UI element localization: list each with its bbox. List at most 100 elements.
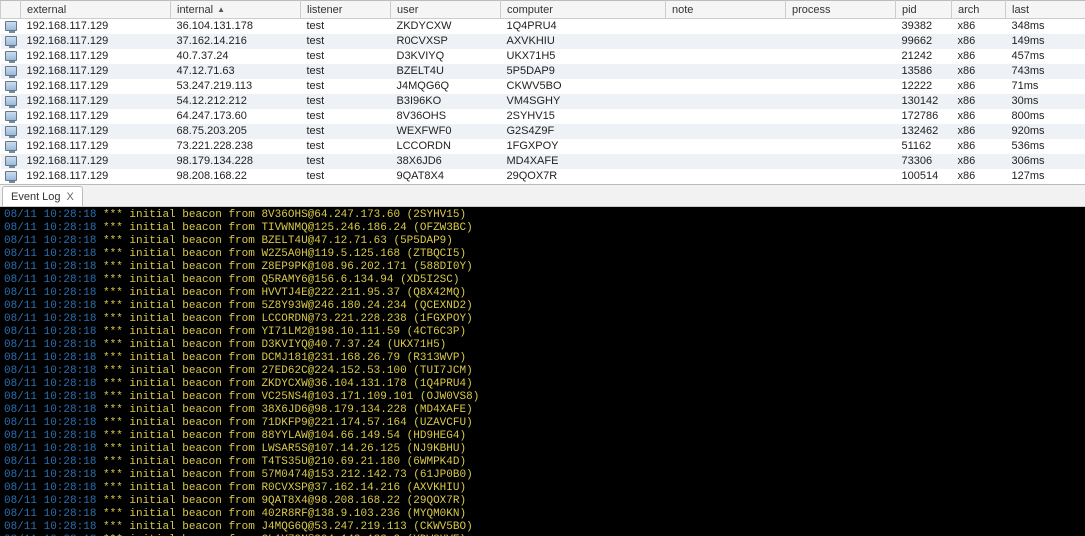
table-row[interactable]: 192.168.117.12937.162.14.216testR0CVXSPA… <box>1 34 1085 49</box>
cell-internal: 73.221.228.238 <box>171 139 301 154</box>
cell-listener: test <box>301 139 391 154</box>
log-timestamp: 08/11 10:28:18 <box>4 287 103 299</box>
log-line: 08/11 10:28:18 *** initial beacon from T… <box>4 222 1081 235</box>
cell-last: 800ms <box>1006 109 1085 124</box>
beacon-table[interactable]: external internal▲ listener user compute… <box>0 0 1085 184</box>
table-row[interactable]: 192.168.117.12940.7.37.24testD3KVIYQUKX7… <box>1 49 1085 64</box>
cell-process <box>786 19 896 35</box>
col-pid[interactable]: pid <box>896 1 952 19</box>
log-line: 08/11 10:28:18 *** initial beacon from 9… <box>4 495 1081 508</box>
monitor-icon <box>5 111 17 121</box>
col-internal[interactable]: internal▲ <box>171 1 301 19</box>
cell-internal: 37.162.14.216 <box>171 34 301 49</box>
table-row[interactable]: 192.168.117.12936.104.131.178testZKDYCXW… <box>1 19 1085 35</box>
cell-user: J4MQG6Q <box>391 79 501 94</box>
col-user[interactable]: user <box>391 1 501 19</box>
cell-process <box>786 169 896 184</box>
cell-note <box>666 19 786 35</box>
cell-arch: x86 <box>952 64 1006 79</box>
cell-last: 149ms <box>1006 34 1085 49</box>
cell-pid: 39382 <box>896 19 952 35</box>
log-message: *** initial beacon from LWSAR5S@107.14.2… <box>103 443 466 455</box>
log-line: 08/11 10:28:18 *** initial beacon from T… <box>4 456 1081 469</box>
table-row[interactable]: 192.168.117.12998.208.168.22test9QAT8X42… <box>1 169 1085 184</box>
cell-last: 306ms <box>1006 154 1085 169</box>
close-icon[interactable]: X <box>67 191 74 203</box>
cell-listener: test <box>301 169 391 184</box>
cell-external: 192.168.117.129 <box>21 154 171 169</box>
log-message: *** initial beacon from R0CVXSP@37.162.1… <box>103 482 466 494</box>
col-last[interactable]: last <box>1006 1 1085 19</box>
log-message: *** initial beacon from 8V36OHS@64.247.1… <box>103 209 466 221</box>
cell-process <box>786 154 896 169</box>
table-row[interactable]: 192.168.117.12947.12.71.63testBZELT4U5P5… <box>1 64 1085 79</box>
col-arch[interactable]: arch <box>952 1 1006 19</box>
cell-listener: test <box>301 154 391 169</box>
cell-external: 192.168.117.129 <box>21 169 171 184</box>
log-timestamp: 08/11 10:28:18 <box>4 313 103 325</box>
log-line: 08/11 10:28:18 *** initial beacon from L… <box>4 313 1081 326</box>
log-timestamp: 08/11 10:28:18 <box>4 300 103 312</box>
cell-computer: VM4SGHY <box>501 94 666 109</box>
cell-listener: test <box>301 34 391 49</box>
event-log-pane[interactable]: 08/11 10:28:18 *** initial beacon from 8… <box>0 207 1085 536</box>
log-message: *** initial beacon from Z8EP9PK@108.96.2… <box>103 261 473 273</box>
beacon-icon <box>1 94 21 109</box>
cell-user: R0CVXSP <box>391 34 501 49</box>
col-note[interactable]: note <box>666 1 786 19</box>
cell-arch: x86 <box>952 79 1006 94</box>
monitor-icon <box>5 66 17 76</box>
cell-user: 8V36OHS <box>391 109 501 124</box>
cell-internal: 47.12.71.63 <box>171 64 301 79</box>
beacon-icon <box>1 124 21 139</box>
cell-external: 192.168.117.129 <box>21 19 171 35</box>
col-computer[interactable]: computer <box>501 1 666 19</box>
cell-process <box>786 124 896 139</box>
beacon-icon <box>1 139 21 154</box>
cell-pid: 21242 <box>896 49 952 64</box>
cell-listener: test <box>301 79 391 94</box>
log-message: *** initial beacon from 402R8RF@138.9.10… <box>103 508 466 520</box>
log-message: *** initial beacon from W2Z5A0H@119.5.12… <box>103 248 466 260</box>
cell-pid: 99662 <box>896 34 952 49</box>
cell-internal: 53.247.219.113 <box>171 79 301 94</box>
cell-computer: 1FGXPOY <box>501 139 666 154</box>
table-row[interactable]: 192.168.117.12954.12.212.212testB3I96KOV… <box>1 94 1085 109</box>
table-row[interactable]: 192.168.117.12998.179.134.228test38X6JD6… <box>1 154 1085 169</box>
monitor-icon <box>5 96 17 106</box>
beacon-icon <box>1 49 21 64</box>
log-message: *** initial beacon from VC25NS4@103.171.… <box>103 391 479 403</box>
col-listener[interactable]: listener <box>301 1 391 19</box>
cell-arch: x86 <box>952 49 1006 64</box>
table-row[interactable]: 192.168.117.12973.221.228.238testLCCORDN… <box>1 139 1085 154</box>
log-timestamp: 08/11 10:28:18 <box>4 378 103 390</box>
col-icon[interactable] <box>1 1 21 19</box>
cell-pid: 73306 <box>896 154 952 169</box>
log-line: 08/11 10:28:18 *** initial beacon from H… <box>4 287 1081 300</box>
log-line: 08/11 10:28:18 *** initial beacon from Z… <box>4 378 1081 391</box>
table-row[interactable]: 192.168.117.12964.247.173.60test8V36OHS2… <box>1 109 1085 124</box>
cell-internal: 40.7.37.24 <box>171 49 301 64</box>
log-message: *** initial beacon from HVVTJ4E@222.211.… <box>103 287 466 299</box>
cell-user: BZELT4U <box>391 64 501 79</box>
table-row[interactable]: 192.168.117.12953.247.219.113testJ4MQG6Q… <box>1 79 1085 94</box>
cell-internal: 64.247.173.60 <box>171 109 301 124</box>
log-line: 08/11 10:28:18 *** initial beacon from 7… <box>4 417 1081 430</box>
cell-computer: 29QOX7R <box>501 169 666 184</box>
tab-event-log[interactable]: Event Log X <box>2 186 83 206</box>
cell-computer: AXVKHIU <box>501 34 666 49</box>
cell-pid: 132462 <box>896 124 952 139</box>
log-timestamp: 08/11 10:28:18 <box>4 339 103 351</box>
beacon-icon <box>1 79 21 94</box>
log-timestamp: 08/11 10:28:18 <box>4 274 103 286</box>
col-external[interactable]: external <box>21 1 171 19</box>
cell-computer: 1Q4PRU4 <box>501 19 666 35</box>
col-process[interactable]: process <box>786 1 896 19</box>
bottom-tab-bar: Event Log X <box>0 185 1085 207</box>
table-row[interactable]: 192.168.117.12968.75.203.205testWEXFWF0G… <box>1 124 1085 139</box>
cell-external: 192.168.117.129 <box>21 124 171 139</box>
cell-last: 457ms <box>1006 49 1085 64</box>
log-timestamp: 08/11 10:28:18 <box>4 443 103 455</box>
cell-arch: x86 <box>952 94 1006 109</box>
log-timestamp: 08/11 10:28:18 <box>4 222 103 234</box>
